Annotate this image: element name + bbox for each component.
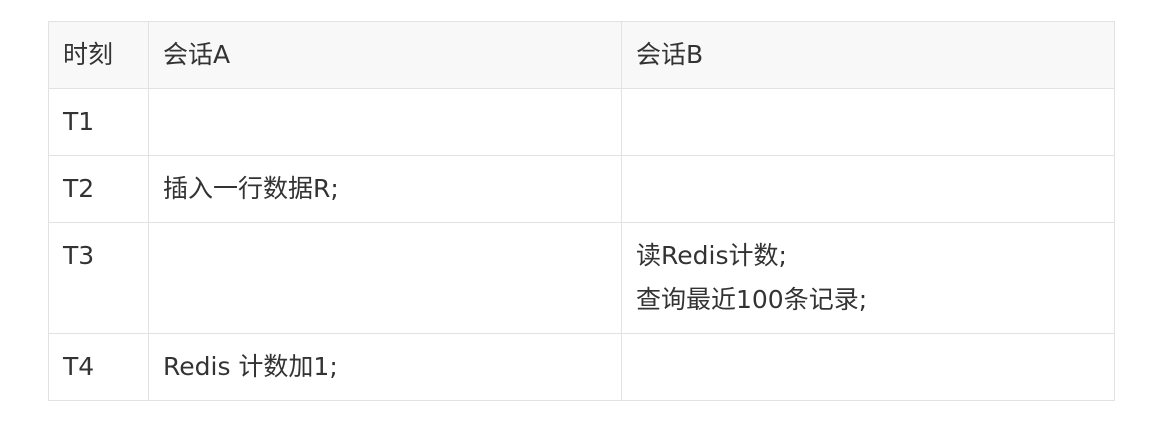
- cell-session-a: 插入一行数据R;: [148, 155, 622, 223]
- table-row: T2 插入一行数据R;: [48, 155, 1115, 223]
- cell-session-a: [148, 222, 622, 334]
- cell-session-b: [621, 88, 1115, 156]
- header-session-a: 会话A: [148, 21, 622, 89]
- cell-session-a: Redis 计数加1;: [148, 333, 622, 401]
- header-session-b: 会话B: [621, 21, 1115, 89]
- cell-time: T1: [48, 88, 149, 156]
- cell-session-b: [621, 333, 1115, 401]
- cell-time: T2: [48, 155, 149, 223]
- session-timeline-table-container: 时刻 会话A 会话B T1 T2 插入一行数据R; T3 读Redis计数; 查…: [48, 21, 1115, 401]
- table-row: T1: [48, 88, 1115, 156]
- session-timeline-table: 时刻 会话A 会话B T1 T2 插入一行数据R; T3 读Redis计数; 查…: [48, 21, 1115, 401]
- table-header-row: 时刻 会话A 会话B: [48, 21, 1115, 89]
- cell-time: T4: [48, 333, 149, 401]
- table-row: T4 Redis 计数加1;: [48, 333, 1115, 401]
- cell-session-a: [148, 88, 622, 156]
- cell-session-b-line: 查询最近100条记录;: [636, 285, 868, 314]
- cell-session-b: [621, 155, 1115, 223]
- cell-time: T3: [48, 222, 149, 334]
- cell-session-b-line: 读Redis计数;: [636, 241, 787, 270]
- table-row: T3 读Redis计数; 查询最近100条记录;: [48, 222, 1115, 334]
- header-time: 时刻: [48, 21, 149, 89]
- cell-session-b: 读Redis计数; 查询最近100条记录;: [621, 222, 1115, 334]
